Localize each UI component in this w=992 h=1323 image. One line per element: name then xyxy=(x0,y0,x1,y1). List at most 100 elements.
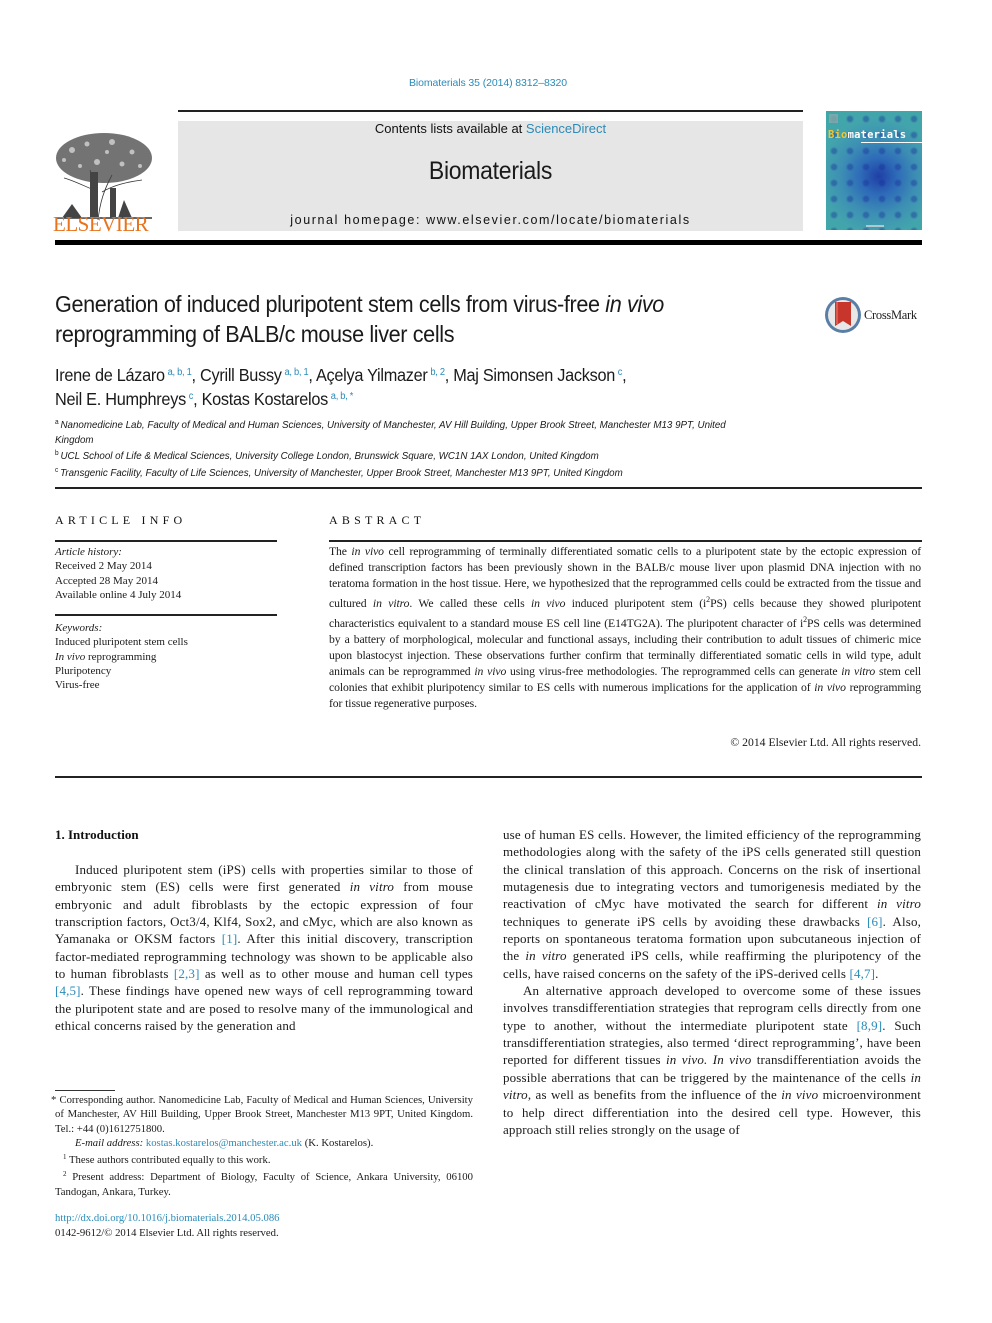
italic-text: in vivo xyxy=(530,596,566,610)
author-name: Açelya Yilmazer xyxy=(315,365,428,385)
journal-homepage[interactable]: journal homepage: www.elsevier.com/locat… xyxy=(178,213,803,227)
author-name: Kostas Kostarelos xyxy=(201,389,329,409)
doi-link[interactable]: http://dx.doi.org/10.1016/j.biomaterials… xyxy=(55,1212,280,1224)
journal-banner: Contents lists available at ScienceDirec… xyxy=(178,121,803,231)
sciencedirect-link[interactable]: ScienceDirect xyxy=(526,121,606,136)
author[interactable]: Açelya Yilmazer b, 2, xyxy=(316,365,453,385)
citation-ref-link[interactable]: [4,5] xyxy=(55,983,81,998)
affiliation-key: b xyxy=(55,450,59,457)
author-affiliation-ref[interactable]: b, 2 xyxy=(430,367,445,378)
footnote-rule xyxy=(55,1090,115,1091)
affiliation-key: a xyxy=(55,419,59,426)
footnote-text: Present address: Department of Biology, … xyxy=(55,1171,473,1198)
cover-title-highlight: Bio xyxy=(828,129,848,141)
cover-title: Biomaterials xyxy=(828,129,906,141)
title-italic: in vivo xyxy=(605,291,664,317)
body-left-column: Induced pluripotent stem (iPS) cells wit… xyxy=(55,861,473,1034)
body-paragraph: use of human ES cells. However, the limi… xyxy=(503,827,921,981)
abstract-text: The in vivo cell reprogramming of termin… xyxy=(329,545,922,710)
author[interactable]: Neil E. Humphreys c, xyxy=(55,389,202,409)
italic-text: in vitro xyxy=(349,879,395,895)
author-name: Irene de Lázaro xyxy=(55,365,165,385)
italic-text: in vivo xyxy=(351,545,384,558)
footnotes: * Corresponding author. Nanomedicine Lab… xyxy=(51,1093,473,1199)
affiliation: a Nanomedicine Lab, Faculty of Medical an… xyxy=(55,416,743,447)
affiliation-text: UCL School of Life & Medical Sciences, U… xyxy=(60,450,599,462)
keywords-label: Keywords: xyxy=(55,622,103,634)
author-affiliation-ref[interactable]: a, b, * xyxy=(331,391,354,402)
keyword-italic: In vivo xyxy=(55,650,86,663)
author-affiliation-ref[interactable]: a, b, 1 xyxy=(284,367,308,378)
keywords-rule xyxy=(55,614,277,616)
keywords: Keywords: Induced pluripotent stem cells… xyxy=(55,621,280,692)
author-name: Cyrill Bussy xyxy=(200,365,282,385)
keyword-text: Induced pluripotent stem cells xyxy=(55,636,188,649)
citation-ref-link[interactable]: [1] xyxy=(222,931,238,946)
article-title: Generation of induced pluripotent stem c… xyxy=(55,289,769,349)
affiliations-bottom-rule xyxy=(55,487,922,489)
footnote-email: E-mail address: kostas.kostarelos@manche… xyxy=(55,1136,473,1150)
superscript: 2 xyxy=(803,614,808,624)
keyword: In vivo reprogramming xyxy=(55,650,280,664)
italic-text: in vitro xyxy=(503,1069,921,1103)
history-received: Received 2 May 2014 xyxy=(55,560,152,573)
author[interactable]: Kostas Kostarelos a, b, * xyxy=(202,389,354,409)
history-accepted: Accepted 28 May 2014 xyxy=(55,574,158,587)
superscript: 2 xyxy=(706,595,711,604)
citation-ref-link[interactable]: [6] xyxy=(867,914,883,929)
affiliation-text: Nanomedicine Lab, Faculty of Medical and… xyxy=(55,419,726,446)
italic-text: in vitro xyxy=(841,664,876,678)
section-heading-introduction: 1. Introduction xyxy=(55,827,139,842)
cover-footer-mark xyxy=(866,225,884,227)
history-label: Article history: xyxy=(55,546,122,558)
cover-elsevier-mini-logo-icon xyxy=(829,114,838,123)
author-name: Maj Simonsen Jackson xyxy=(453,365,616,385)
affiliation-key: c xyxy=(55,466,59,474)
author[interactable]: Cyrill Bussy a, b, 1, xyxy=(200,365,316,385)
header-top-rule xyxy=(178,110,803,112)
cover-title-underline xyxy=(861,142,922,143)
corresponding-author-text: * Corresponding author. Nanomedicine Lab… xyxy=(51,1094,473,1135)
italic-text: in vitro xyxy=(525,948,567,964)
footnote-corresponding: * Corresponding author. Nanomedicine Lab… xyxy=(51,1093,473,1136)
email-label: E-mail address: xyxy=(75,1136,146,1149)
italic-text: in vitro xyxy=(372,596,410,610)
author-separator: , xyxy=(444,365,454,385)
author-separator: , xyxy=(308,365,316,385)
keyword: Pluripotency xyxy=(55,664,280,678)
cover-title-rest: materials xyxy=(847,129,907,141)
title-part2: reprogramming of BALB/c mouse liver cell… xyxy=(55,321,455,347)
body-paragraph: Induced pluripotent stem (iPS) cells wit… xyxy=(55,862,473,1034)
journal-citation[interactable]: Biomaterials 35 (2014) 8312–8320 xyxy=(0,77,976,89)
author[interactable]: Irene de Lázaro a, b, 1, xyxy=(55,365,200,385)
crossmark-button[interactable]: CrossMark xyxy=(824,296,924,336)
citation-ref-link[interactable]: [2,3] xyxy=(174,966,200,981)
footnote-text: These authors contributed equally to thi… xyxy=(66,1154,271,1167)
affiliation: b UCL School of Life & Medical Sciences, … xyxy=(55,447,743,464)
crossmark-label: CrossMark xyxy=(864,308,917,322)
article-info-rule xyxy=(55,540,277,542)
author-list: Irene de Lázaro a, b, 1, Cyrill Bussy a, b… xyxy=(55,362,762,410)
title-part1: Generation of induced pluripotent stem c… xyxy=(55,291,606,317)
doi-block: http://dx.doi.org/10.1016/j.biomaterials… xyxy=(55,1211,280,1241)
abstract-bottom-rule xyxy=(55,776,922,778)
keyword: Induced pluripotent stem cells xyxy=(55,635,280,649)
email-link[interactable]: kostas.kostarelos@manchester.ac.uk xyxy=(146,1137,302,1149)
author-name: Neil E. Humphreys xyxy=(55,389,186,409)
body-right-column: use of human ES cells. However, the limi… xyxy=(503,826,921,1138)
author-affiliation-ref[interactable]: a, b, 1 xyxy=(168,367,192,378)
email-suffix: (K. Kostarelos). xyxy=(302,1136,374,1149)
article-history: Article history: Received 2 May 2014 Acc… xyxy=(55,545,280,602)
keyword: Virus-free xyxy=(55,678,280,692)
citation-ref-link[interactable]: [4,7] xyxy=(850,966,876,981)
author[interactable]: Maj Simonsen Jackson c, xyxy=(453,365,626,385)
elsevier-wordmark: ELSEVIER xyxy=(53,212,149,236)
italic-text: in vitro xyxy=(876,896,921,912)
keyword-text: reprogramming xyxy=(85,650,157,663)
abstract-copyright: © 2014 Elsevier Ltd. All rights reserved… xyxy=(730,736,921,749)
issn-copyright: 0142-9612/© 2014 Elsevier Ltd. All right… xyxy=(55,1227,279,1239)
abstract-heading: ABSTRACT xyxy=(329,513,426,527)
journal-title: Biomaterials xyxy=(428,157,553,185)
citation-ref-link[interactable]: [8,9] xyxy=(857,1018,883,1033)
italic-text: in vivo. In vivo xyxy=(666,1052,752,1068)
